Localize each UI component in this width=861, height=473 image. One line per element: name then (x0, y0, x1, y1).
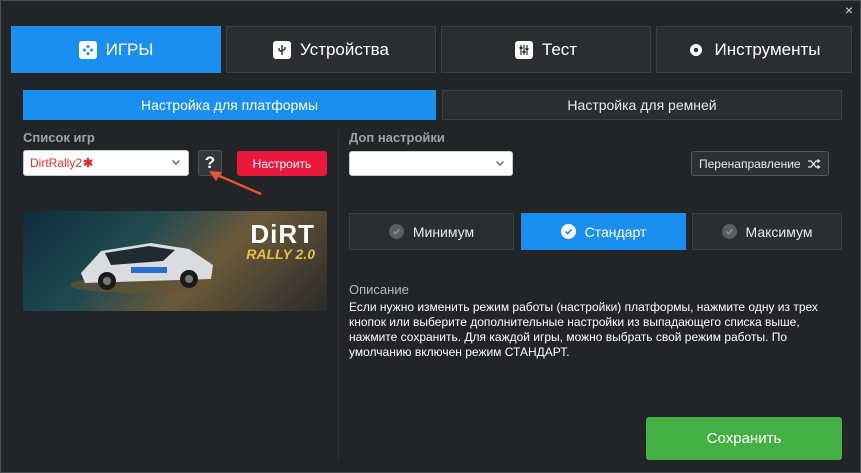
gamepad-icon (78, 40, 97, 59)
logo-line1: DiRT (250, 219, 315, 249)
tab-devices[interactable]: Устройства (226, 26, 436, 73)
subtab-belts[interactable]: Настройка для ремней (442, 90, 842, 120)
extra-settings-select[interactable] (349, 151, 513, 176)
chevron-down-icon (172, 160, 180, 165)
tab-test-label: Тест (541, 39, 578, 59)
check-circle-icon (721, 224, 737, 239)
check-circle-icon (388, 224, 404, 239)
game-select-value: DirtRally2 (30, 156, 83, 170)
games-list-label: Список игр (23, 130, 95, 145)
shuffle-icon (808, 158, 821, 170)
mode-maximum-button[interactable]: Максимум (692, 213, 842, 250)
tab-tools[interactable]: Инструменты (656, 26, 852, 73)
rally-car-image (71, 243, 213, 293)
required-mark: ✱ (83, 156, 94, 170)
description-text: Если нужно изменить режим работы (настро… (349, 300, 818, 359)
check-circle-icon (560, 224, 576, 239)
subtab-platform[interactable]: Настройка для платформы (23, 90, 436, 120)
redirect-label: Перенаправление (699, 156, 801, 171)
column-divider (338, 129, 339, 461)
game-banner: DiRT RALLY 2.0 (23, 211, 327, 311)
mode-standard-button[interactable]: Стандарт (521, 213, 686, 250)
mode-minimum-button[interactable]: Минимум (349, 213, 514, 250)
gear-icon (687, 41, 705, 59)
chevron-down-icon (496, 161, 504, 166)
app-window: × ИГРЫ Устройства Тест Инструменты Настр… (0, 0, 861, 473)
tab-test[interactable]: Тест (441, 26, 651, 73)
tab-tools-label: Инструменты (714, 39, 821, 59)
save-button[interactable]: Сохранить (646, 417, 842, 460)
game-select[interactable]: DirtRally2 ✱ (23, 150, 189, 176)
logo-line2: RALLY 2.0 (246, 246, 315, 262)
mode-standard-label: Стандарт (584, 223, 647, 240)
redirect-button[interactable]: Перенаправление (691, 151, 829, 176)
tab-games[interactable]: ИГРЫ (11, 26, 221, 73)
mode-maximum-label: Максимум (745, 223, 813, 240)
description-title: Описание (349, 282, 409, 297)
extra-settings-label: Доп настройки (349, 130, 445, 145)
usb-icon (273, 40, 292, 59)
annotation-arrow-icon (209, 171, 262, 196)
dirt-rally-logo: DiRT RALLY 2.0 (246, 221, 315, 261)
tab-devices-label: Устройства (300, 39, 389, 59)
tab-games-label: ИГРЫ (105, 39, 154, 59)
mode-minimum-label: Минимум (412, 223, 475, 240)
close-button[interactable]: × (842, 3, 856, 17)
equalizer-icon (514, 40, 533, 59)
